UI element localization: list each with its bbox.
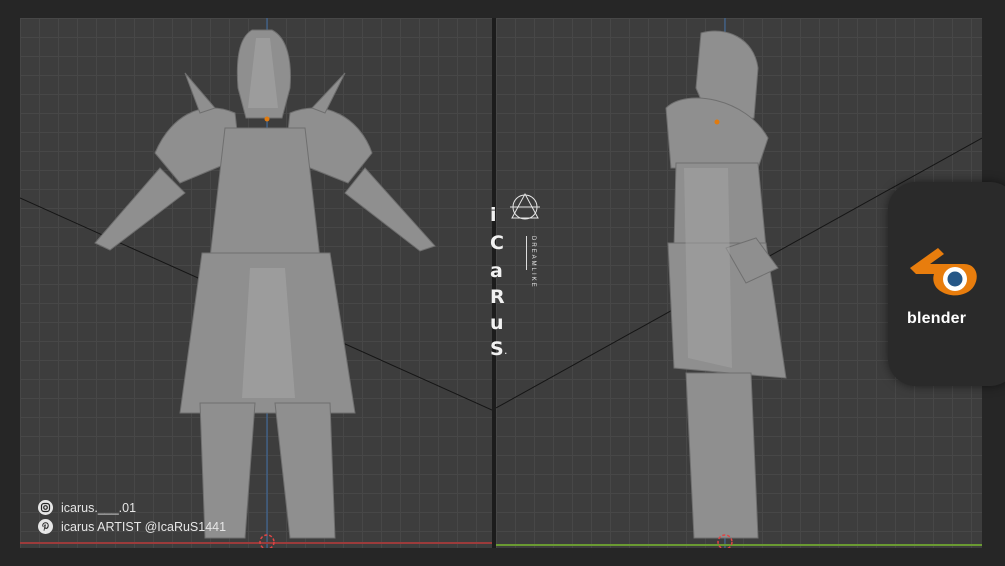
blender-logo-icon [910,248,977,296]
blender-wordmark: blender [907,310,967,327]
viewport-front[interactable] [20,18,492,548]
pinterest-handle: icarus ARTIST @IcaRuS1441 [61,519,227,534]
brand-letter-1: i [490,204,497,226]
brand-letter-2: C [490,232,504,254]
origin-point [264,116,270,122]
instagram-handle: icarus.___.01 [61,500,137,515]
brand-letter-6: S [490,338,504,360]
triangle-emblem-icon [510,192,540,220]
armor-highlights [684,168,732,368]
pinterest-credit: icarus ARTIST @IcaRuS1441 [38,519,226,534]
brand-letter-3: a [490,260,503,282]
brand-letter-5: u [490,312,504,334]
instagram-credit: icarus.___.01 [38,500,136,515]
brand-tagline: DREAMLIKE [530,236,536,289]
origin-point [714,119,720,125]
icarus-brand-mark: i C a R u S . DREAMLIKE [486,192,546,366]
brand-letter-4: R [490,286,505,308]
blender-badge: blender [888,182,1005,386]
brand-letter-7: . [504,344,508,357]
armor-model-front [20,18,492,548]
brand-divider [526,236,527,270]
pinterest-icon [38,519,53,534]
instagram-icon [38,500,53,515]
